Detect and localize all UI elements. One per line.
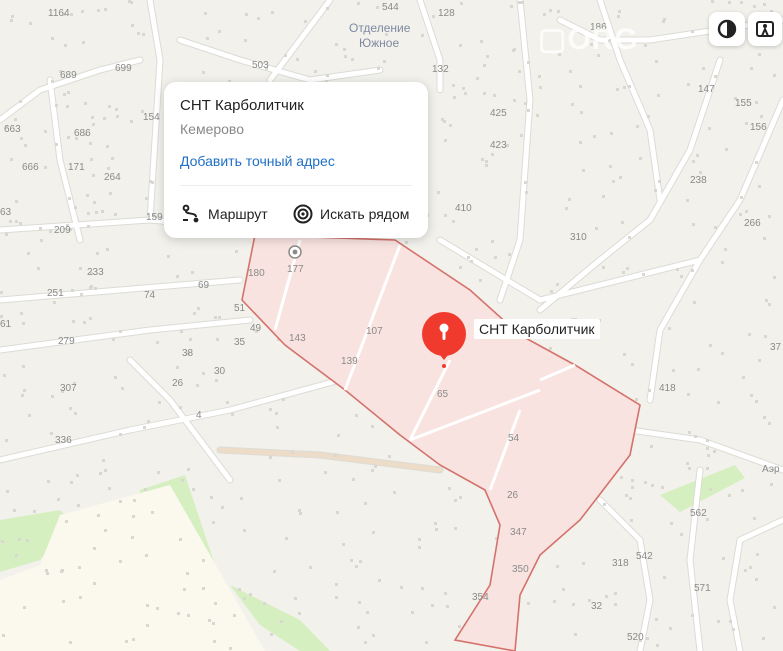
house-number-label: 266 <box>744 218 761 229</box>
house-number-label: 107 <box>366 326 383 337</box>
panorama-button[interactable] <box>748 12 782 46</box>
house-number-label: 63 <box>0 207 12 218</box>
place-label-otdelenie: Отделение <box>349 21 411 35</box>
search-nearby-icon <box>293 204 313 224</box>
house-number-label: 310 <box>570 232 587 243</box>
house-number-label: 147 <box>698 84 715 95</box>
layers-icon <box>717 19 737 39</box>
house-number-label: 69 <box>198 280 210 291</box>
map-watermark: ▢ORG <box>538 23 639 56</box>
house-number-label: 209 <box>54 225 71 236</box>
house-number-label: 425 <box>490 108 507 119</box>
house-number-label: 155 <box>735 98 752 109</box>
house-number-label: 51 <box>234 303 246 314</box>
house-number-label: 542 <box>636 551 653 562</box>
popup-title: СНТ Карболитчик <box>180 97 304 114</box>
house-number-label: 159 <box>146 212 163 223</box>
house-number-label: 686 <box>74 128 91 139</box>
route-icon <box>182 204 199 223</box>
house-number-label: 336 <box>55 435 72 446</box>
route-button-label: Маршрут <box>208 206 268 222</box>
house-number-label: 65 <box>437 389 449 400</box>
house-number-label: 37 <box>770 342 782 353</box>
house-number-label: 347 <box>510 527 527 538</box>
house-number-label: 30 <box>214 366 226 377</box>
pin-label[interactable]: СНТ Карболитчик <box>474 319 600 339</box>
house-number-label: 699 <box>115 63 132 74</box>
house-number-label: 61 <box>0 319 12 330</box>
house-number-label: 318 <box>612 558 629 569</box>
house-number-label: 177 <box>287 264 304 275</box>
place-label-yuzhnoe: Южное <box>359 36 399 50</box>
search-nearby-button[interactable]: Искать рядом <box>292 203 409 225</box>
house-number-label: 663 <box>4 124 21 135</box>
house-number-label: 279 <box>58 336 75 347</box>
house-number-label: 354 <box>472 592 489 603</box>
house-number-label: 410 <box>455 203 472 214</box>
popup-city: Кемерово <box>180 121 244 137</box>
house-number-label: 520 <box>627 632 644 643</box>
house-number-label: 350 <box>512 564 529 575</box>
house-number-label: 233 <box>87 267 104 278</box>
house-number-label: 264 <box>104 172 121 183</box>
house-number-label: 74 <box>144 290 156 301</box>
house-number-label: 132 <box>432 64 449 75</box>
route-button[interactable]: Маршрут <box>180 203 268 225</box>
house-number-label: 35 <box>234 337 246 348</box>
house-number-label: 32 <box>591 601 603 612</box>
house-number-label: 171 <box>68 162 85 173</box>
house-number-label: 666 <box>22 162 39 173</box>
panorama-icon <box>756 21 774 37</box>
house-number-label: 38 <box>182 348 194 359</box>
poi-marker-icon[interactable] <box>288 245 302 259</box>
house-number-label: 26 <box>172 378 184 389</box>
layers-button[interactable] <box>709 12 745 46</box>
house-number-label: 49 <box>250 323 262 334</box>
place-popup: СНТ Карболитчик Кемерово Добавить точный… <box>164 82 428 238</box>
house-number-label: 139 <box>341 356 358 367</box>
house-number-label: 180 <box>248 268 265 279</box>
add-address-link[interactable]: Добавить точный адрес <box>180 153 335 169</box>
house-number-label: 689 <box>60 70 77 81</box>
house-number-label: 156 <box>750 122 767 133</box>
house-number-label: 54 <box>508 433 520 444</box>
house-number-label: Аэр <box>762 464 780 475</box>
house-number-label: 128 <box>438 8 455 19</box>
house-number-label: 562 <box>690 508 707 519</box>
house-number-label: 143 <box>289 333 306 344</box>
house-number-label: 154 <box>143 112 160 123</box>
house-number-label: 307 <box>60 383 77 394</box>
house-number-label: 1164 <box>48 8 70 19</box>
house-number-label: 503 <box>252 60 269 71</box>
house-number-label: 571 <box>694 583 711 594</box>
house-number-label: 418 <box>659 383 676 394</box>
search-nearby-label: Искать рядом <box>320 206 410 222</box>
house-number-label: 251 <box>47 288 64 299</box>
house-number-label: 423 <box>490 140 507 151</box>
popup-divider <box>180 185 412 186</box>
house-number-label: 4 <box>196 410 202 421</box>
house-number-label: 544 <box>382 2 399 13</box>
house-number-label: 26 <box>507 490 519 501</box>
house-number-label: 238 <box>690 175 707 186</box>
